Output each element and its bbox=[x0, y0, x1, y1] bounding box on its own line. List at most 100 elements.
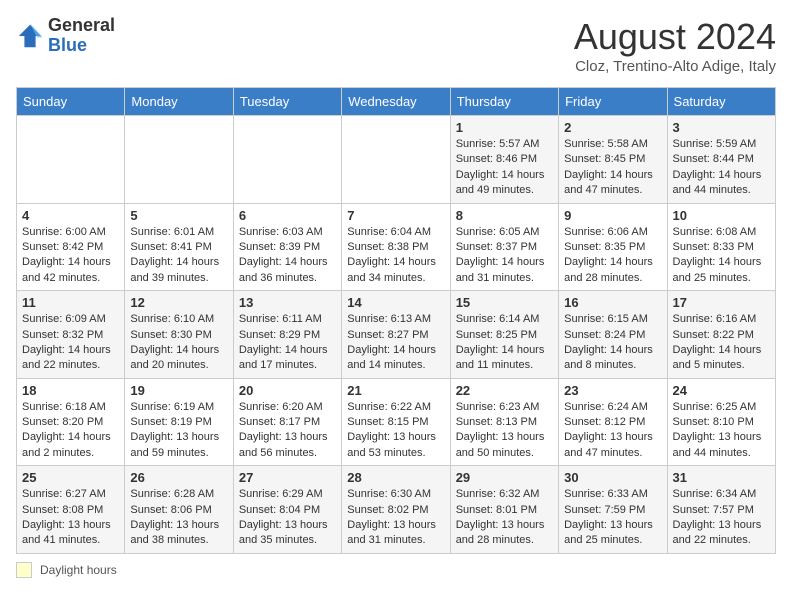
calendar-day-cell: 30 Sunrise: 6:33 AM Sunset: 7:59 PM Dayli… bbox=[559, 466, 667, 554]
month-title: August 2024 bbox=[574, 16, 776, 58]
calendar-day-cell: 3Sunrise: 5:59 AM Sunset: 8:44 PM Daylig… bbox=[667, 116, 775, 204]
day-number: 8 bbox=[456, 208, 553, 223]
calendar-day-cell: 14 Sunrise: 6:13 AM Sunset: 8:27 PM Dayli… bbox=[342, 291, 450, 379]
calendar-day-cell: 22Sunrise: 6:23 AM Sunset: 8:13 PM Dayli… bbox=[450, 378, 558, 466]
calendar-day-cell: 10Sunrise: 6:08 AM Sunset: 8:33 PM Dayli… bbox=[667, 203, 775, 291]
calendar-day-cell: 26 Sunrise: 6:28 AM Sunset: 8:06 PM Dayli… bbox=[125, 466, 233, 554]
day-number: 25 bbox=[22, 470, 119, 485]
day-number: 11 bbox=[22, 295, 119, 310]
day-info: Sunrise: 6:20 AM Sunset: 8:17 PM Dayligh… bbox=[239, 400, 336, 462]
calendar-day-header: Sunday bbox=[17, 88, 125, 116]
day-info: Sunrise: 6:11 AM Sunset: 8:29 PM Dayligh… bbox=[239, 312, 336, 374]
calendar-day-cell: 25 Sunrise: 6:27 AM Sunset: 8:08 PM Dayli… bbox=[17, 466, 125, 554]
calendar-day-header: Thursday bbox=[450, 88, 558, 116]
day-number: 28 bbox=[347, 470, 444, 485]
day-info: Sunrise: 6:01 AM Sunset: 8:41 PM Dayligh… bbox=[130, 225, 227, 287]
day-number: 19 bbox=[130, 383, 227, 398]
day-number: 16 bbox=[564, 295, 661, 310]
calendar-day-cell bbox=[233, 116, 341, 204]
calendar-day-cell bbox=[17, 116, 125, 204]
day-info: Sunrise: 6:23 AM Sunset: 8:13 PM Dayligh… bbox=[456, 400, 553, 462]
legend-box bbox=[16, 562, 32, 578]
calendar-day-cell: 23 Sunrise: 6:24 AM Sunset: 8:12 PM Dayli… bbox=[559, 378, 667, 466]
calendar-day-cell: 9 Sunrise: 6:06 AM Sunset: 8:35 PM Daylig… bbox=[559, 203, 667, 291]
calendar-day-header: Wednesday bbox=[342, 88, 450, 116]
calendar-day-cell: 2 Sunrise: 5:58 AM Sunset: 8:45 PM Daylig… bbox=[559, 116, 667, 204]
day-info: Sunrise: 6:16 AM Sunset: 8:22 PM Dayligh… bbox=[673, 312, 770, 374]
day-number: 2 bbox=[564, 120, 661, 135]
day-info: Sunrise: 6:22 AM Sunset: 8:15 PM Dayligh… bbox=[347, 400, 444, 462]
logo: General Blue bbox=[16, 16, 115, 56]
day-info: Sunrise: 6:14 AM Sunset: 8:25 PM Dayligh… bbox=[456, 312, 553, 374]
calendar-day-cell: 6Sunrise: 6:03 AM Sunset: 8:39 PM Daylig… bbox=[233, 203, 341, 291]
calendar-day-cell: 17 Sunrise: 6:16 AM Sunset: 8:22 PM Dayli… bbox=[667, 291, 775, 379]
day-info: Sunrise: 6:18 AM Sunset: 8:20 PM Dayligh… bbox=[22, 400, 119, 462]
day-info: Sunrise: 6:30 AM Sunset: 8:02 PM Dayligh… bbox=[347, 487, 444, 549]
day-number: 26 bbox=[130, 470, 227, 485]
calendar-day-cell: 5Sunrise: 6:01 AM Sunset: 8:41 PM Daylig… bbox=[125, 203, 233, 291]
day-number: 24 bbox=[673, 383, 770, 398]
calendar-day-cell: 18 Sunrise: 6:18 AM Sunset: 8:20 PM Dayli… bbox=[17, 378, 125, 466]
calendar-day-cell: 21 Sunrise: 6:22 AM Sunset: 8:15 PM Dayli… bbox=[342, 378, 450, 466]
day-info: Sunrise: 6:00 AM Sunset: 8:42 PM Dayligh… bbox=[22, 225, 119, 287]
day-info: Sunrise: 6:08 AM Sunset: 8:33 PM Dayligh… bbox=[673, 225, 770, 287]
day-info: Sunrise: 5:57 AM Sunset: 8:46 PM Dayligh… bbox=[456, 137, 553, 199]
day-number: 17 bbox=[673, 295, 770, 310]
calendar-week-row: 25 Sunrise: 6:27 AM Sunset: 8:08 PM Dayli… bbox=[17, 466, 776, 554]
calendar-day-cell bbox=[125, 116, 233, 204]
calendar-week-row: 1 Sunrise: 5:57 AM Sunset: 8:46 PM Daylig… bbox=[17, 116, 776, 204]
day-info: Sunrise: 6:28 AM Sunset: 8:06 PM Dayligh… bbox=[130, 487, 227, 549]
day-info: Sunrise: 6:06 AM Sunset: 8:35 PM Dayligh… bbox=[564, 225, 661, 287]
calendar-day-cell: 13 Sunrise: 6:11 AM Sunset: 8:29 PM Dayli… bbox=[233, 291, 341, 379]
location-subtitle: Cloz, Trentino-Alto Adige, Italy bbox=[574, 58, 776, 75]
calendar-day-cell: 29 Sunrise: 6:32 AM Sunset: 8:01 PM Dayli… bbox=[450, 466, 558, 554]
day-number: 29 bbox=[456, 470, 553, 485]
day-number: 27 bbox=[239, 470, 336, 485]
calendar-day-header: Saturday bbox=[667, 88, 775, 116]
calendar-day-header: Monday bbox=[125, 88, 233, 116]
day-info: Sunrise: 6:27 AM Sunset: 8:08 PM Dayligh… bbox=[22, 487, 119, 549]
calendar-day-cell bbox=[342, 116, 450, 204]
calendar-day-header: Tuesday bbox=[233, 88, 341, 116]
day-number: 9 bbox=[564, 208, 661, 223]
day-info: Sunrise: 6:13 AM Sunset: 8:27 PM Dayligh… bbox=[347, 312, 444, 374]
day-info: Sunrise: 6:33 AM Sunset: 7:59 PM Dayligh… bbox=[564, 487, 661, 549]
calendar-day-cell: 15 Sunrise: 6:14 AM Sunset: 8:25 PM Dayli… bbox=[450, 291, 558, 379]
day-info: Sunrise: 5:58 AM Sunset: 8:45 PM Dayligh… bbox=[564, 137, 661, 199]
calendar-table: SundayMondayTuesdayWednesdayThursdayFrid… bbox=[16, 87, 776, 554]
day-info: Sunrise: 6:32 AM Sunset: 8:01 PM Dayligh… bbox=[456, 487, 553, 549]
day-number: 23 bbox=[564, 383, 661, 398]
calendar-day-cell: 20Sunrise: 6:20 AM Sunset: 8:17 PM Dayli… bbox=[233, 378, 341, 466]
calendar-week-row: 11Sunrise: 6:09 AM Sunset: 8:32 PM Dayli… bbox=[17, 291, 776, 379]
calendar-day-cell: 27 Sunrise: 6:29 AM Sunset: 8:04 PM Dayli… bbox=[233, 466, 341, 554]
day-number: 18 bbox=[22, 383, 119, 398]
calendar-day-cell: 7Sunrise: 6:04 AM Sunset: 8:38 PM Daylig… bbox=[342, 203, 450, 291]
calendar-week-row: 4Sunrise: 6:00 AM Sunset: 8:42 PM Daylig… bbox=[17, 203, 776, 291]
calendar-day-cell: 11Sunrise: 6:09 AM Sunset: 8:32 PM Dayli… bbox=[17, 291, 125, 379]
day-number: 3 bbox=[673, 120, 770, 135]
day-number: 13 bbox=[239, 295, 336, 310]
day-info: Sunrise: 6:34 AM Sunset: 7:57 PM Dayligh… bbox=[673, 487, 770, 549]
calendar-day-header: Friday bbox=[559, 88, 667, 116]
day-number: 30 bbox=[564, 470, 661, 485]
calendar-week-row: 18 Sunrise: 6:18 AM Sunset: 8:20 PM Dayli… bbox=[17, 378, 776, 466]
calendar-day-cell: 1 Sunrise: 5:57 AM Sunset: 8:46 PM Daylig… bbox=[450, 116, 558, 204]
day-number: 31 bbox=[673, 470, 770, 485]
legend: Daylight hours bbox=[16, 562, 776, 578]
day-number: 15 bbox=[456, 295, 553, 310]
day-number: 1 bbox=[456, 120, 553, 135]
title-block: August 2024 Cloz, Trentino-Alto Adige, I… bbox=[574, 16, 776, 75]
calendar-day-cell: 12 Sunrise: 6:10 AM Sunset: 8:30 PM Dayli… bbox=[125, 291, 233, 379]
day-info: Sunrise: 6:10 AM Sunset: 8:30 PM Dayligh… bbox=[130, 312, 227, 374]
day-number: 21 bbox=[347, 383, 444, 398]
logo-blue-text: Blue bbox=[48, 35, 87, 55]
day-info: Sunrise: 6:24 AM Sunset: 8:12 PM Dayligh… bbox=[564, 400, 661, 462]
day-number: 14 bbox=[347, 295, 444, 310]
day-number: 12 bbox=[130, 295, 227, 310]
day-info: Sunrise: 6:25 AM Sunset: 8:10 PM Dayligh… bbox=[673, 400, 770, 462]
calendar-day-cell: 4Sunrise: 6:00 AM Sunset: 8:42 PM Daylig… bbox=[17, 203, 125, 291]
legend-label: Daylight hours bbox=[40, 563, 117, 577]
calendar-day-cell: 28 Sunrise: 6:30 AM Sunset: 8:02 PM Dayli… bbox=[342, 466, 450, 554]
calendar-header-row: SundayMondayTuesdayWednesdayThursdayFrid… bbox=[17, 88, 776, 116]
day-info: Sunrise: 6:29 AM Sunset: 8:04 PM Dayligh… bbox=[239, 487, 336, 549]
